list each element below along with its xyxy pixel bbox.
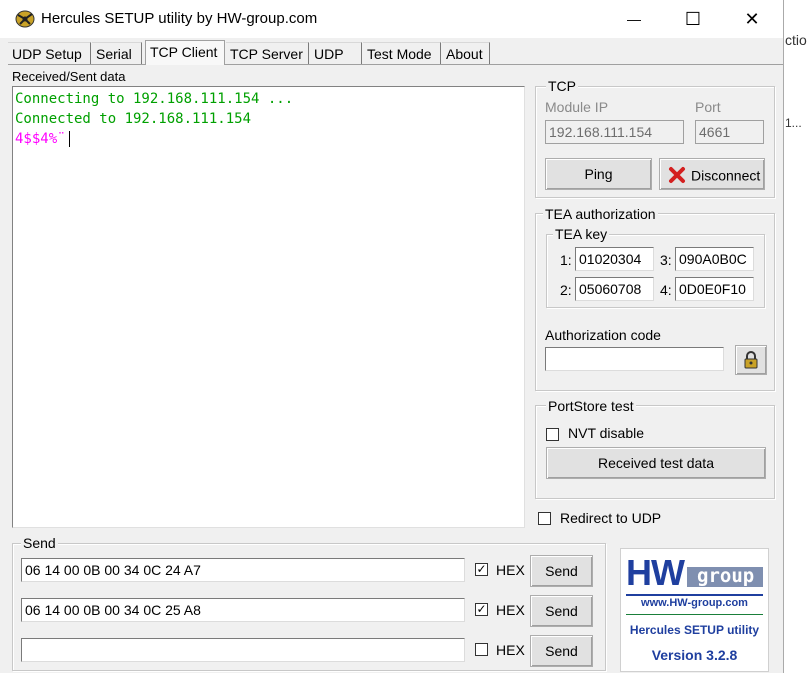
tab-tcp-server[interactable]: TCP Server: [226, 42, 309, 64]
send-field-2[interactable]: 06 14 00 0B 00 34 0C 25 A8: [21, 598, 465, 622]
authorization-code-label: Authorization code: [545, 327, 661, 343]
terminal-line: Connecting to 192.168.111.154 ...: [15, 91, 294, 107]
tea-key-index: 3:: [660, 252, 672, 268]
tea-key-index: 2:: [560, 282, 572, 298]
nvt-disable-checkbox[interactable]: [546, 428, 559, 441]
logo-version-label: Version: [651, 647, 703, 663]
tab-about[interactable]: About: [442, 42, 490, 64]
send-field-1[interactable]: 06 14 00 0B 00 34 0C 24 A7: [21, 558, 465, 582]
background-fragment: 1...: [785, 116, 802, 130]
hex-checkbox-3[interactable]: [475, 643, 488, 656]
authorization-code-field[interactable]: [545, 347, 724, 371]
maximize-button[interactable]: ☐: [670, 0, 716, 38]
tea-key-4-field[interactable]: 0D0E0F10: [675, 277, 754, 301]
logo-underline: [626, 594, 763, 596]
port-label: Port: [695, 99, 721, 115]
received-data-terminal[interactable]: Connecting to 192.168.111.154 ... Connec…: [12, 86, 525, 528]
received-test-data-label: Received test data: [598, 455, 714, 471]
received-test-data-button[interactable]: Received test data: [546, 447, 766, 479]
send-button-label: Send: [545, 563, 578, 579]
terminal-line: 4$$4%¨: [15, 131, 70, 147]
send-button-label: Send: [545, 603, 578, 619]
received-sent-label: Received/Sent data: [12, 69, 126, 84]
nvt-disable-label: NVT disable: [568, 425, 645, 441]
redirect-to-udp-checkbox[interactable]: [538, 512, 551, 525]
padlock-icon: [744, 351, 758, 369]
tab-tcp-client[interactable]: TCP Client: [145, 40, 225, 65]
disconnect-button-label: Disconnect: [691, 167, 761, 184]
module-ip-label: Module IP: [545, 99, 609, 115]
tea-key-2-field[interactable]: 05060708: [575, 277, 654, 301]
hex-checkbox-1[interactable]: ✓: [475, 563, 488, 576]
hex-label: HEX: [496, 562, 525, 578]
window-title: Hercules SETUP utility by HW-group.com: [41, 10, 318, 27]
hercules-window: Hercules SETUP utility by HW-group.com —…: [0, 0, 784, 673]
send-field-3[interactable]: [21, 638, 465, 662]
tab-serial[interactable]: Serial: [92, 42, 142, 64]
send-legend: Send: [21, 535, 58, 551]
tcp-legend: TCP: [546, 78, 578, 94]
close-button[interactable]: ✕: [729, 0, 775, 38]
hex-label: HEX: [496, 602, 525, 618]
text-caret: [68, 131, 70, 147]
redirect-to-udp-label: Redirect to UDP: [560, 510, 662, 526]
tab-udp[interactable]: UDP: [310, 42, 362, 64]
hercules-app-icon: [15, 10, 35, 28]
tea-key-3-field[interactable]: 090A0B0C: [675, 247, 754, 271]
tea-key-index: 1:: [560, 252, 572, 268]
logo-product: Hercules SETUP utility: [629, 623, 760, 637]
send-button-1[interactable]: Send: [530, 555, 593, 587]
send-button-3[interactable]: Send: [530, 635, 593, 667]
tab-test-mode[interactable]: Test Mode: [363, 42, 441, 64]
tea-key-index: 4:: [660, 282, 672, 298]
logo-underline: [626, 614, 763, 615]
tea-key-legend: TEA key: [553, 226, 610, 242]
lock-button[interactable]: [735, 345, 767, 375]
logo-version-value: 3.2.8: [706, 647, 738, 663]
red-x-icon: [669, 167, 685, 184]
disconnect-button[interactable]: Disconnect: [659, 158, 765, 190]
portstore-legend: PortStore test: [546, 398, 636, 414]
send-button-label: Send: [545, 643, 578, 659]
hw-group-logo[interactable]: HW group www.HW-group.com Hercules SETUP…: [620, 548, 769, 672]
logo-hw-text: HW: [626, 552, 685, 593]
ping-button-label: Ping: [584, 166, 613, 182]
title-bar[interactable]: Hercules SETUP utility by HW-group.com —…: [0, 0, 783, 38]
terminal-received-bytes: 4$$4%¨: [15, 131, 66, 147]
logo-url: www.HW-group.com: [641, 597, 748, 609]
logo-group-text: group: [697, 565, 755, 587]
module-ip-field[interactable]: 192.168.111.154: [545, 120, 684, 144]
port-field[interactable]: 4661: [695, 120, 764, 144]
tea-authorization-legend: TEA authorization: [543, 206, 658, 222]
send-button-2[interactable]: Send: [530, 595, 593, 627]
tab-udp-setup[interactable]: UDP Setup: [8, 42, 91, 64]
logo-version: Version 3.2.8: [621, 647, 768, 663]
hex-label: HEX: [496, 642, 525, 658]
minimize-button[interactable]: —: [611, 0, 657, 38]
ping-button[interactable]: Ping: [545, 158, 652, 190]
tea-key-1-field[interactable]: 01020304: [575, 247, 654, 271]
hex-checkbox-2[interactable]: ✓: [475, 603, 488, 616]
background-fragment: ctio: [785, 32, 807, 48]
terminal-line: Connected to 192.168.111.154: [15, 111, 252, 127]
